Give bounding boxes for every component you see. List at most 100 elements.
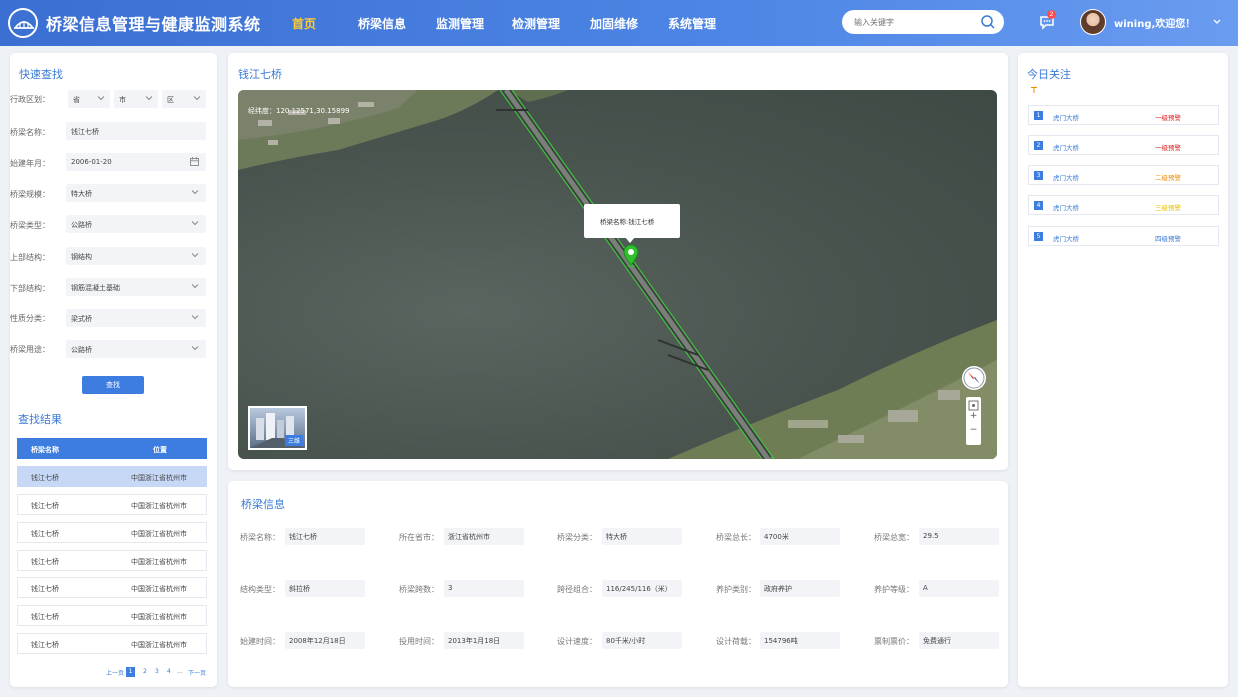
pager-page-4[interactable]: 4 <box>167 668 171 675</box>
nature-class-label: 性质分类： <box>10 314 50 323</box>
info-label: 设计荷载： <box>716 637 756 646</box>
info-value: 浙江省杭州市 <box>444 528 524 545</box>
attention-item[interactable]: 1 虎门大桥 一级预警 <box>1028 105 1219 125</box>
col-bridge-name: 桥梁名称 <box>31 446 59 454</box>
nature-class-select[interactable]: 梁式桥 <box>66 309 206 327</box>
build-date-field[interactable]: 2006-01-20 <box>66 153 206 171</box>
info-value: 钱江七桥 <box>285 528 365 545</box>
info-value: A <box>919 580 999 597</box>
table-row[interactable]: 钱江七桥 中国浙江省杭州市 <box>17 605 207 626</box>
chevron-down-icon <box>191 346 199 351</box>
popup-bridge-name: 桥梁名称:钱江七桥 <box>600 218 655 226</box>
chevron-down-icon <box>145 96 153 101</box>
info-label: 桥梁名称： <box>240 533 280 542</box>
attention-rank: 3 <box>1034 171 1043 180</box>
pager-next[interactable]: 下一页 <box>188 668 206 677</box>
chevron-down-icon[interactable] <box>1212 17 1222 27</box>
bridge-type-label: 桥梁类型： <box>10 221 50 230</box>
zoom-in-icon[interactable]: + <box>966 411 981 421</box>
nav-maintenance[interactable]: 加固维修 <box>590 15 638 32</box>
district-select[interactable]: 区 <box>162 90 206 108</box>
map-terrain <box>238 90 997 459</box>
info-value: 116/245/116（米） <box>602 580 682 597</box>
pager-page-3[interactable]: 3 <box>155 668 159 675</box>
info-label: 跨径组合： <box>557 585 597 594</box>
calendar-icon[interactable] <box>189 156 200 167</box>
upper-structure-select[interactable]: 钢结构 <box>66 247 206 265</box>
nav-monitoring[interactable]: 监测管理 <box>436 15 484 32</box>
info-value: 特大桥 <box>602 528 682 545</box>
info-label: 始建时间： <box>240 637 280 646</box>
lower-structure-label: 下部结构： <box>10 284 50 293</box>
attention-item[interactable]: 3 虎门大桥 二级预警 <box>1028 165 1219 185</box>
attention-bridge-name: 虎门大桥 <box>1053 204 1079 212</box>
zoom-out-icon[interactable]: − <box>966 425 981 435</box>
avatar[interactable] <box>1080 9 1106 35</box>
table-row[interactable]: 钱江七桥 中国浙江省杭州市 <box>17 522 207 543</box>
nav-system[interactable]: 系统管理 <box>668 15 716 32</box>
search-icon[interactable] <box>980 14 996 30</box>
search-button[interactable]: 查找 <box>82 376 144 394</box>
attention-bridge-name: 虎门大桥 <box>1053 114 1079 122</box>
build-date-label: 始建年月： <box>10 159 50 168</box>
3d-view-thumbnail[interactable]: 三维 <box>248 406 307 450</box>
pager-page-2[interactable]: 2 <box>143 668 147 675</box>
chevron-down-icon <box>191 284 199 289</box>
chevron-down-icon <box>191 190 199 195</box>
bridge-scale-select[interactable]: 特大桥 <box>66 184 206 202</box>
warning-level: 四级预警 <box>1155 235 1181 243</box>
table-row[interactable]: 钱江七桥 中国浙江省杭州市 <box>17 633 207 654</box>
search-input[interactable] <box>854 14 974 30</box>
pager-prev[interactable]: 上一页 <box>106 668 124 677</box>
chevron-down-icon <box>97 96 105 101</box>
bridge-name-field[interactable]: 钱江七桥 <box>66 122 206 140</box>
table-row[interactable]: 钱江七桥 中国浙江省杭州市 <box>17 494 207 515</box>
attention-rank: 5 <box>1034 232 1043 241</box>
table-row[interactable]: 钱江七桥 中国浙江省杭州市 <box>17 550 207 571</box>
province-select[interactable]: 省 <box>68 90 110 108</box>
table-row[interactable]: 钱江七桥 中国浙江省杭州市 <box>17 466 207 487</box>
location-pin-icon[interactable] <box>623 244 639 268</box>
nav-inspection[interactable]: 检测管理 <box>512 15 560 32</box>
info-value: 80千米/小时 <box>602 632 682 649</box>
compass[interactable] <box>962 366 986 390</box>
bridge-usage-select[interactable]: 公路桥 <box>66 340 206 358</box>
pager-page-1[interactable]: 1 <box>126 667 135 677</box>
warning-level: 二级预警 <box>1155 174 1181 182</box>
city-select[interactable]: 市 <box>114 90 158 108</box>
satellite-map[interactable]: 经纬度：120.12571,30.15899 桥梁名称:钱江七桥 三维 + − <box>238 90 997 459</box>
results-title: 查找结果 <box>18 413 62 426</box>
info-value: 2008年12月18日 <box>285 632 365 649</box>
attention-item[interactable]: 2 虎门大桥 一级预警 <box>1028 135 1219 155</box>
attention-bridge-name: 虎门大桥 <box>1053 235 1079 243</box>
map-title: 钱江七桥 <box>238 68 282 81</box>
user-greeting[interactable]: wining,欢迎您！ <box>1114 15 1195 30</box>
info-value: 免费通行 <box>919 632 999 649</box>
attention-title: 今日关注 <box>1027 68 1071 81</box>
attention-item[interactable]: 5 虎门大桥 四级预警 <box>1028 226 1219 246</box>
attention-bridge-name: 虎门大桥 <box>1053 174 1079 182</box>
sort-down-icon[interactable] <box>1030 86 1038 94</box>
attention-rank: 1 <box>1034 111 1043 120</box>
nav-home[interactable]: 首页 <box>292 15 316 32</box>
table-row[interactable]: 钱江七桥 中国浙江省杭州市 <box>17 577 207 598</box>
attention-item[interactable]: 4 虎门大桥 三级预警 <box>1028 195 1219 215</box>
warning-level: 三级预警 <box>1155 204 1181 212</box>
3d-view-label: 三维 <box>284 435 303 446</box>
compass-icon <box>963 367 985 389</box>
quick-search-title: 快速查找 <box>19 68 63 81</box>
lower-structure-select[interactable]: 钢筋混凝土基础 <box>66 278 206 296</box>
bridge-popup: 桥梁名称:钱江七桥 <box>584 204 680 238</box>
header-search <box>842 10 1004 34</box>
zoom-control: + − <box>966 397 981 445</box>
nav-bridge-info[interactable]: 桥梁信息 <box>358 15 406 32</box>
bridge-info-title: 桥梁信息 <box>241 498 285 511</box>
col-location: 位置 <box>153 446 167 454</box>
chevron-down-icon <box>193 96 201 101</box>
bridge-scale-label: 桥梁规模： <box>10 190 50 199</box>
info-label: 桥梁总长： <box>716 533 756 542</box>
info-value: 政府养护 <box>760 580 840 597</box>
attention-bridge-name: 虎门大桥 <box>1053 144 1079 152</box>
bridge-type-select[interactable]: 公路桥 <box>66 215 206 233</box>
info-value: 154796吨 <box>760 632 840 649</box>
